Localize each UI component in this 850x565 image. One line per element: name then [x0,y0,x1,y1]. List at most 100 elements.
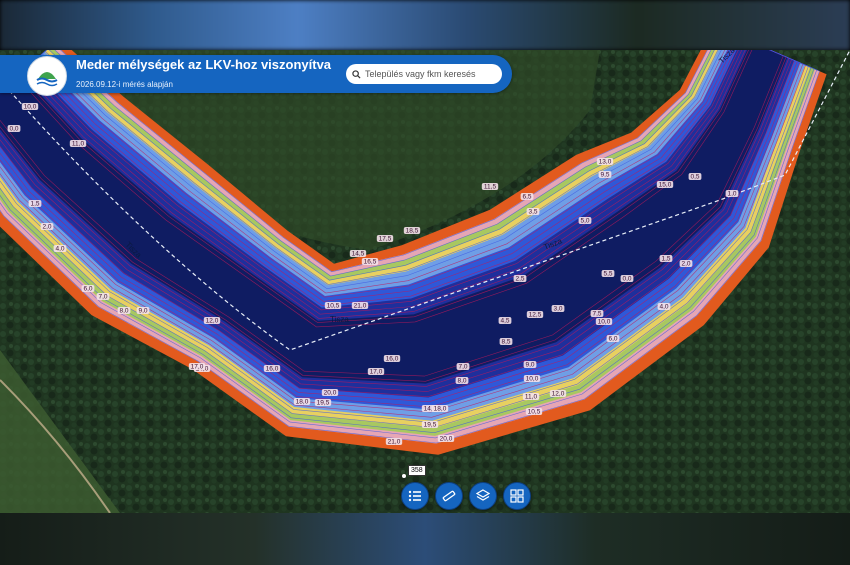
blurred-top-border [0,0,850,50]
measure-button[interactable] [435,482,463,510]
depth-label-text: 9,5 [600,172,609,179]
depth-label: 3,5 [526,208,540,216]
depth-label-text: 21,0 [354,303,367,310]
depth-label-text: 12,0 [552,391,565,398]
depth-label: 10,5 [324,302,342,310]
depth-label: 1,0 [725,190,739,198]
depth-label: 17,0 [188,363,206,371]
depth-label-text: 6,0 [608,336,617,343]
river-km-marker[interactable]: 358 [408,465,426,476]
layers-button[interactable] [469,482,497,510]
survey-date-subtitle: 2026.09.12-i mérés alapján [76,80,173,89]
depth-label-text: 8,0 [457,378,466,385]
depth-label-text: 14,5 [352,251,365,258]
depth-label: 20,0 [321,389,339,397]
depth-label: 14,5 [349,250,367,258]
depth-label: 17,0 [367,368,385,376]
depth-label: 10,5 [525,408,543,416]
depth-label-text: 18,0 [434,406,447,413]
depth-label-text: 2,0 [681,261,690,268]
depth-label: 12,5 [526,311,544,319]
map-view[interactable]: Tisza Tisza Tisza Tisza 0,0 1,5 2,0 4,0 6,0 7… [0,50,850,513]
legend-list-icon [408,490,421,502]
depth-label-text: 10,0 [24,104,37,111]
depth-label-text: 16,5 [364,259,377,266]
depth-label: 18,0 [431,405,449,413]
depth-label-text: 17,0 [191,364,204,371]
depth-label: 8,0 [455,377,469,385]
depth-label-text: 2,5 [515,276,524,283]
depth-label-text: 11,0 [72,141,85,148]
depth-label-text: 1,0 [727,191,736,198]
depth-label-text: 20,0 [440,436,453,443]
app-frame: Tisza Tisza Tisza Tisza 0,0 1,5 2,0 4,0 6,0 7… [0,0,850,565]
depth-label: 10,0 [595,318,613,326]
depth-label: 21,0 [351,302,369,310]
depth-label: 11,0 [69,140,87,148]
search-box[interactable] [346,64,502,84]
depth-label-text: 18,0 [296,399,309,406]
depth-label: 6,0 [81,285,95,293]
depth-label-text: 8,5 [501,339,510,346]
depth-label: 9,0 [136,307,150,315]
depth-label: 6,0 [606,335,620,343]
depth-label: 6,5 [520,193,534,201]
depth-label: 10,0 [21,103,39,111]
depth-label-text: 4,5 [500,318,509,325]
depth-label-text: 15,0 [659,182,672,189]
depth-label: 1,5 [28,200,42,208]
depth-label: 15,0 [656,181,674,189]
depth-label: 7,5 [590,310,604,318]
river-km-point [402,474,406,478]
depth-label: 8,0 [117,307,131,315]
basemap-button[interactable] [503,482,531,510]
search-input[interactable] [361,69,495,79]
depth-label: 7,0 [96,293,110,301]
app-logo[interactable] [27,56,67,96]
depth-label: 7,0 [456,363,470,371]
depth-label: 4,0 [657,303,671,311]
depth-label: 16,0 [263,365,281,373]
depth-label: 12,0 [203,317,221,325]
depth-label: 1,5 [659,255,673,263]
depth-label-text: 13,0 [599,159,612,166]
depth-label: 18,5 [403,227,421,235]
depth-label: 11,5 [481,183,499,191]
depth-label: 2,0 [679,260,693,268]
depth-label: 3,0 [551,305,565,313]
depth-label-text: 10,5 [528,409,541,416]
depth-label-text: 7,0 [98,294,107,301]
depth-label-text: 16,0 [386,356,399,363]
depth-label: 8,5 [499,338,513,346]
depth-label: 9,0 [523,361,537,369]
depth-label-text: 17,0 [370,369,383,376]
depth-label-text: 10,0 [598,319,611,326]
depth-label: 5,0 [578,217,592,225]
depth-map[interactable]: Tisza Tisza Tisza Tisza 0,01,52,04,06,07… [0,50,850,513]
legend-button[interactable] [401,482,429,510]
depth-label-text: 17,5 [379,236,392,243]
depth-label-text: 1,5 [30,201,39,208]
depth-label: 0,5 [688,173,702,181]
depth-label: 20,0 [437,435,455,443]
depth-label-text: 4,0 [55,246,64,253]
depth-label: 4,0 [53,245,67,253]
depth-label-text: 8,0 [119,308,128,315]
water-authority-logo-icon [36,72,58,87]
depth-label-text: 19,5 [424,422,437,429]
depth-label: 13,0 [596,158,614,166]
depth-label-text: 19,5 [317,400,330,407]
page-title: Meder mélységek az LKV-hoz viszonyítva [76,57,332,72]
depth-label-text: 3,0 [553,306,562,313]
depth-label-text: 9,0 [525,362,534,369]
blurred-bottom-border [0,513,850,565]
river-label-2: Tisza [330,315,349,324]
depth-label: 10,0 [523,375,541,383]
depth-label: 0,0 [620,275,634,283]
depth-label: 12,0 [549,390,567,398]
depth-label-text: 7,5 [592,311,601,318]
depth-label: 19,5 [421,421,439,429]
depth-label-text: 9,0 [138,308,147,315]
depth-label-text: 10,0 [526,376,539,383]
depth-label-text: 11,5 [484,184,497,191]
